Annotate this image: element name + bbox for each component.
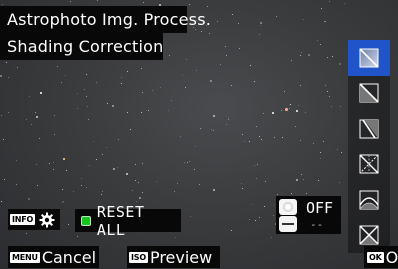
info-settings-button[interactable]: INFO <box>8 209 60 230</box>
exposure-panel: OFF -- <box>276 196 341 234</box>
sidebar-item-gradient-radial[interactable] <box>348 146 390 182</box>
reset-all-button[interactable]: RESET ALL <box>75 203 181 239</box>
app-title: Astrophoto Img. Process. <box>0 6 211 33</box>
stretch-icon[interactable] <box>279 216 297 232</box>
camera-screen: Astrophoto Img. Process. Shading Correct… <box>0 0 398 269</box>
gear-icon <box>39 212 55 227</box>
cancel-label: Cancel <box>41 247 97 267</box>
brightness-icon[interactable] <box>279 199 297 215</box>
gradient-vertical-icon <box>359 119 379 139</box>
menu-tag: MENU <box>10 251 40 263</box>
sidebar-item-gradient-vertical[interactable] <box>348 111 390 147</box>
sidebar-item-gradient-curved[interactable] <box>348 182 390 218</box>
info-tag: INFO <box>10 214 36 225</box>
preview-button[interactable]: ISO Preview <box>127 246 220 268</box>
iso-tag: ISO <box>129 251 148 263</box>
ok-tag: OK <box>367 251 384 263</box>
page-title: Shading Correction <box>0 33 163 60</box>
cancel-button[interactable]: MENU Cancel <box>8 246 99 268</box>
exposure-secondary-value: -- <box>310 218 324 231</box>
gradient-correction-icon <box>359 48 379 68</box>
correction-mode-sidebar <box>348 40 390 253</box>
gradient-cross-icon <box>359 225 379 245</box>
gradient-diagonal-icon <box>359 83 379 103</box>
sidebar-item-gradient-correction[interactable] <box>348 40 390 76</box>
gradient-radial-icon <box>359 154 379 174</box>
ok-label: OK <box>385 247 398 267</box>
exposure-value: OFF <box>306 199 334 217</box>
reset-all-label: RESET ALL <box>96 202 145 239</box>
sidebar-item-gradient-diagonal[interactable] <box>348 75 390 111</box>
preview-label: Preview <box>149 247 213 267</box>
gradient-curved-icon <box>359 190 379 210</box>
reset-indicator-icon <box>81 215 91 226</box>
ok-button[interactable]: OK OK <box>364 246 398 268</box>
